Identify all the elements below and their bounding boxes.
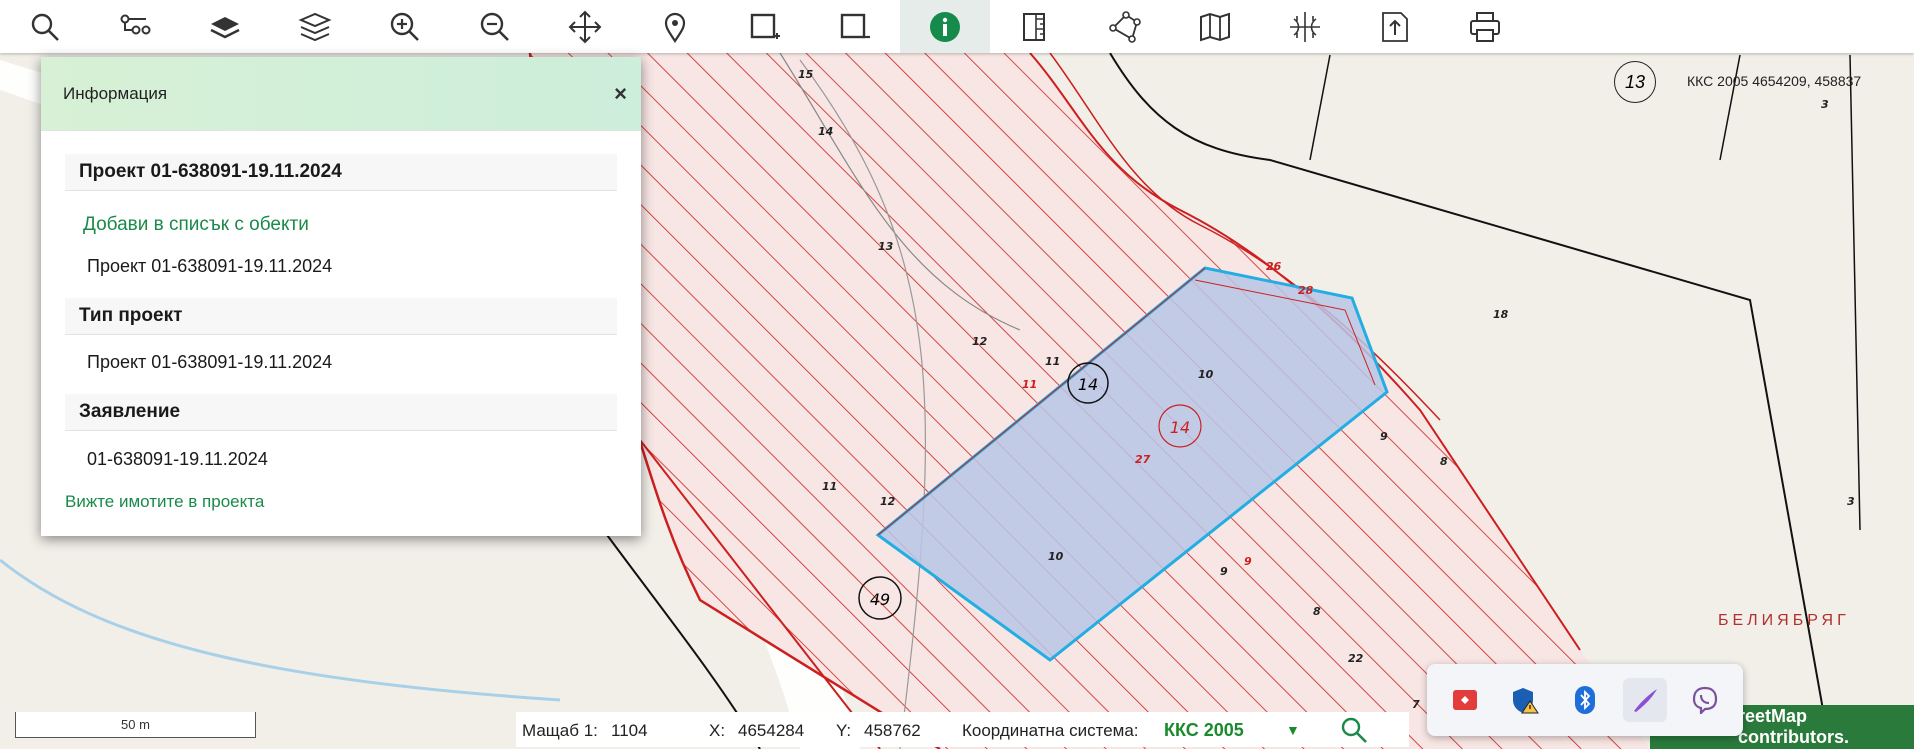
parcel-badge-13: 13 bbox=[1614, 61, 1656, 103]
select-remove-icon bbox=[840, 13, 870, 38]
status-bar: Мащаб 1: 1104 X: 4654284 Y: 458762 Коорд… bbox=[516, 712, 1409, 747]
zoom-in-button[interactable] bbox=[360, 0, 450, 53]
add-to-list-link[interactable]: Добави в списък с обекти bbox=[83, 214, 309, 236]
move-icon bbox=[568, 10, 602, 43]
project-header: Проект 01-638091-19.11.2024 bbox=[65, 154, 617, 191]
svg-text:22: 22 bbox=[1348, 652, 1364, 665]
crs-dropdown-arrow[interactable]: ▼ bbox=[1286, 722, 1300, 738]
print-icon bbox=[1470, 11, 1500, 42]
grid-button[interactable] bbox=[1260, 0, 1350, 53]
export-button[interactable] bbox=[1350, 0, 1440, 53]
svg-text:13: 13 bbox=[878, 240, 894, 253]
crs-label: Координатна система: bbox=[962, 721, 1139, 740]
bluetooth-icon bbox=[1575, 686, 1595, 714]
info-panel-header: Информация × bbox=[41, 57, 641, 131]
tray-defender[interactable] bbox=[1503, 678, 1547, 722]
location-button[interactable] bbox=[630, 0, 720, 53]
tray-pen[interactable] bbox=[1623, 678, 1667, 722]
svg-text:8: 8 bbox=[1440, 455, 1448, 468]
search-icon bbox=[31, 13, 59, 41]
tray-app-red[interactable] bbox=[1443, 678, 1487, 722]
svg-text:8: 8 bbox=[1313, 605, 1321, 618]
svg-text:9: 9 bbox=[1380, 430, 1388, 443]
info-panel: Информация × Проект 01-638091-19.11.2024… bbox=[41, 57, 641, 536]
pan-button[interactable] bbox=[540, 0, 630, 53]
svg-text:12: 12 bbox=[880, 495, 896, 508]
layer-icon bbox=[210, 16, 240, 38]
polygon-icon bbox=[1109, 10, 1141, 43]
measure-button[interactable] bbox=[990, 0, 1080, 53]
place-label: БЕЛИЯБРЯГ bbox=[1718, 612, 1850, 629]
system-tray-popup bbox=[1427, 664, 1743, 736]
svg-text:9: 9 bbox=[1220, 565, 1228, 578]
viber-icon bbox=[1692, 686, 1718, 714]
pen-icon bbox=[1634, 689, 1657, 712]
type-header: Тип проект bbox=[65, 298, 617, 335]
grid-icon bbox=[1290, 11, 1320, 42]
search-coords-icon[interactable] bbox=[1340, 716, 1368, 744]
svg-text:10: 10 bbox=[1048, 550, 1064, 563]
info-panel-title: Информация bbox=[63, 83, 168, 103]
info-icon bbox=[930, 11, 960, 42]
svg-text:11: 11 bbox=[822, 480, 837, 493]
parcel-badge-49: 49 bbox=[870, 590, 890, 609]
tray-viber[interactable] bbox=[1683, 678, 1727, 722]
select-remove-button[interactable] bbox=[810, 0, 900, 53]
map-button[interactable] bbox=[1170, 0, 1260, 53]
application-value: 01-638091-19.11.2024 bbox=[87, 449, 268, 469]
svg-text:28: 28 bbox=[1298, 284, 1314, 297]
toolbar bbox=[0, 0, 1914, 53]
crs-select[interactable]: ККС 2005 bbox=[1164, 720, 1244, 741]
route-tool-button[interactable] bbox=[90, 0, 180, 53]
search-tool-button[interactable] bbox=[0, 0, 90, 53]
project-value: Проект 01-638091-19.11.2024 bbox=[87, 256, 333, 276]
x-value: 4654284 bbox=[738, 721, 805, 740]
svg-text:3: 3 bbox=[1821, 98, 1829, 111]
anydesk-icon bbox=[1453, 690, 1477, 710]
ruler-icon bbox=[1023, 12, 1045, 41]
zoom-out-button[interactable] bbox=[450, 0, 540, 53]
x-label: X: bbox=[709, 721, 726, 740]
select-add-button[interactable] bbox=[720, 0, 810, 53]
application-header: Заявление bbox=[65, 394, 617, 431]
scale-bar: 50 m bbox=[15, 712, 256, 738]
y-label: Y: bbox=[836, 721, 852, 740]
layers-tool-button[interactable] bbox=[270, 0, 360, 53]
y-value: 458762 bbox=[864, 721, 921, 740]
shield-warning-icon bbox=[1513, 688, 1539, 714]
export-icon bbox=[1382, 11, 1408, 42]
tray-bluetooth[interactable] bbox=[1563, 678, 1607, 722]
info-button[interactable] bbox=[900, 0, 990, 53]
pin-icon bbox=[664, 12, 686, 43]
zoom-out-icon bbox=[480, 12, 509, 41]
svg-text:3: 3 bbox=[1847, 495, 1855, 508]
map-icon bbox=[1200, 12, 1230, 41]
svg-text:18: 18 bbox=[1493, 308, 1509, 321]
route-icon bbox=[120, 14, 151, 34]
svg-text:11: 11 bbox=[1045, 355, 1060, 368]
layer-tool-button[interactable] bbox=[180, 0, 270, 53]
svg-text:9: 9 bbox=[1244, 555, 1252, 568]
svg-text:11: 11 bbox=[1022, 378, 1037, 391]
type-value: Проект 01-638091-19.11.2024 bbox=[87, 352, 333, 372]
scale-label: Мащаб 1: bbox=[522, 721, 598, 740]
scale-value: 1104 bbox=[611, 721, 648, 740]
svg-text:14: 14 bbox=[818, 125, 833, 138]
parcel-badge-14: 14 bbox=[1078, 375, 1098, 394]
svg-text:15: 15 bbox=[798, 68, 814, 81]
cursor-coordinates: ККС 2005 4654209, 458837 bbox=[1687, 73, 1862, 89]
view-properties-link[interactable]: Вижте имотите в проекта bbox=[65, 492, 264, 512]
svg-text:27: 27 bbox=[1135, 453, 1151, 466]
polygon-button[interactable] bbox=[1080, 0, 1170, 53]
svg-text:26: 26 bbox=[1266, 260, 1282, 273]
svg-text:10: 10 bbox=[1198, 368, 1214, 381]
layers-icon bbox=[298, 12, 332, 41]
svg-text:12: 12 bbox=[972, 335, 988, 348]
close-button[interactable]: × bbox=[614, 81, 627, 107]
print-button[interactable] bbox=[1440, 0, 1530, 53]
parcel-badge-14-red: 14 bbox=[1170, 418, 1190, 437]
svg-text:7: 7 bbox=[1412, 698, 1420, 711]
select-add-icon bbox=[750, 13, 780, 39]
zoom-in-icon bbox=[390, 12, 419, 41]
